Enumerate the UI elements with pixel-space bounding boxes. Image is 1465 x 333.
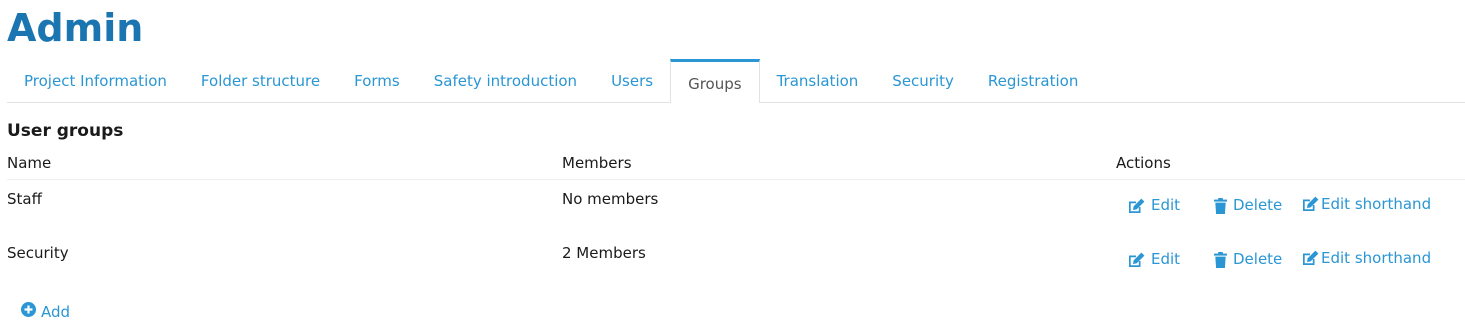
- column-header-actions: Actions: [1116, 154, 1171, 172]
- edit-shorthand-label: Edit shorthand: [1321, 195, 1432, 213]
- tab-bar: Project Information Folder structure For…: [7, 58, 1465, 103]
- page-title: Admin: [7, 6, 144, 50]
- add-label: Add: [41, 302, 71, 321]
- column-header-name: Name: [7, 154, 52, 172]
- tab-users[interactable]: Users: [594, 60, 670, 102]
- edit-label: Edit: [1151, 196, 1181, 214]
- plus-circle-icon: [21, 302, 36, 321]
- edit-shorthand-button[interactable]: Edit shorthand: [1302, 195, 1431, 213]
- edit-shorthand-label: Edit shorthand: [1321, 249, 1432, 267]
- tab-groups[interactable]: Groups: [670, 59, 760, 103]
- tab-folder-structure[interactable]: Folder structure: [184, 60, 337, 102]
- tab-project-information[interactable]: Project Information: [7, 60, 184, 102]
- row-actions: Edit Delete Edit shorthand: [1128, 195, 1431, 214]
- group-members: 2 Members: [562, 244, 646, 262]
- table-row: Staff No members Edit Delete Edit shorth…: [7, 184, 1465, 234]
- edit-label: Edit: [1151, 250, 1181, 268]
- delete-label: Delete: [1233, 250, 1283, 268]
- tab-forms[interactable]: Forms: [337, 60, 417, 102]
- edit-icon: [1128, 198, 1146, 214]
- delete-button[interactable]: Delete: [1214, 196, 1302, 214]
- table-row: Security 2 Members Edit Delete Edit shor…: [7, 238, 1465, 288]
- tab-translation[interactable]: Translation: [760, 60, 876, 102]
- edit-icon: [1302, 196, 1320, 212]
- table-header: Name Members Actions: [7, 151, 1465, 180]
- edit-icon: [1128, 252, 1146, 268]
- edit-icon: [1302, 250, 1320, 266]
- trash-icon: [1214, 252, 1227, 268]
- delete-button[interactable]: Delete: [1214, 250, 1302, 268]
- edit-button[interactable]: Edit: [1128, 250, 1214, 268]
- row-actions: Edit Delete Edit shorthand: [1128, 249, 1431, 268]
- edit-shorthand-button[interactable]: Edit shorthand: [1302, 249, 1431, 267]
- add-group-button[interactable]: Add: [21, 302, 70, 321]
- tab-security[interactable]: Security: [875, 60, 971, 102]
- group-name: Security: [7, 244, 69, 262]
- tab-safety-introduction[interactable]: Safety introduction: [417, 60, 594, 102]
- edit-button[interactable]: Edit: [1128, 196, 1214, 214]
- group-members: No members: [562, 190, 659, 208]
- section-title: User groups: [7, 121, 124, 141]
- group-name: Staff: [7, 190, 42, 208]
- column-header-members: Members: [562, 154, 632, 172]
- trash-icon: [1214, 198, 1227, 214]
- delete-label: Delete: [1233, 196, 1283, 214]
- tab-registration[interactable]: Registration: [971, 60, 1095, 102]
